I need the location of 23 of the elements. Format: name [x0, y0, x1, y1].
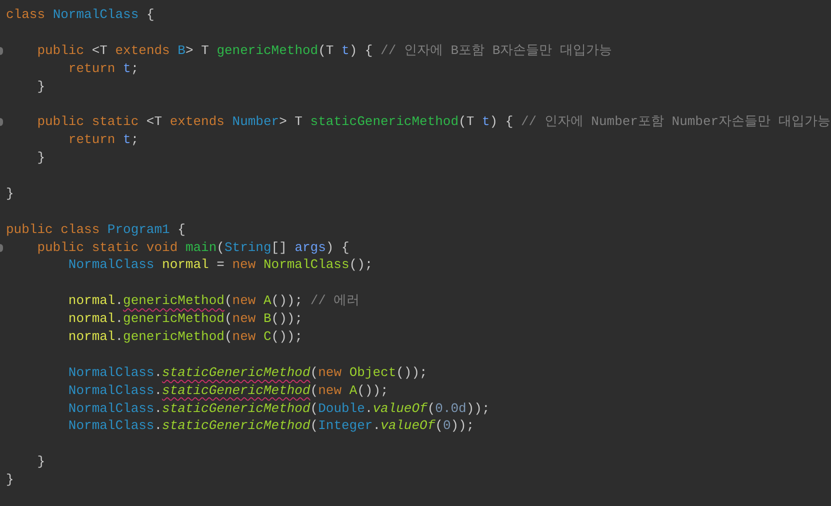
- code-line: class NormalClass {: [6, 7, 154, 22]
- code-line: NormalClass.staticGenericMethod(Integer.valueOf(0));: [67, 418, 474, 434]
- code-line: }: [36, 150, 46, 166]
- code-line: public <T extends B> T genericMethod(T t) { // 인자에 B포함 B자손들만 대입가능: [36, 42, 612, 58]
- code-line: }: [36, 78, 46, 94]
- code-line: public static void main(String[] args) {: [36, 240, 350, 255]
- code-line: NormalClass.staticGenericMethod(new A());: [67, 382, 388, 398]
- code-line: NormalClass.staticGenericMethod(Double.valueOf(0.0d));: [67, 400, 490, 416]
- code-line: normal.genericMethod(new B());: [67, 311, 303, 326]
- code-line: normal.genericMethod(new C());: [67, 329, 303, 344]
- code-line: NormalClass.staticGenericMethod(new Object());: [67, 364, 428, 380]
- fold-marker-icon[interactable]: [0, 244, 3, 252]
- fold-marker-icon[interactable]: [0, 46, 3, 55]
- code-line: return t;: [67, 132, 139, 148]
- code-line: NormalClass normal = new NormalClass();: [67, 257, 373, 272]
- code-line: public class Program1 {: [6, 222, 186, 237]
- code-line: }: [6, 186, 14, 201]
- code-line: public static <T extends Number> T staticGenericMethod(T t) { // 인자에 Number포함 Number자손들만 대입가능: [36, 114, 830, 130]
- code-line: }: [6, 472, 14, 488]
- fold-marker-icon[interactable]: [0, 118, 3, 126]
- code-line: }: [36, 454, 46, 470]
- code-line: return t;: [67, 60, 139, 76]
- code-line: normal.genericMethod(new A()); // 에러: [67, 293, 360, 308]
